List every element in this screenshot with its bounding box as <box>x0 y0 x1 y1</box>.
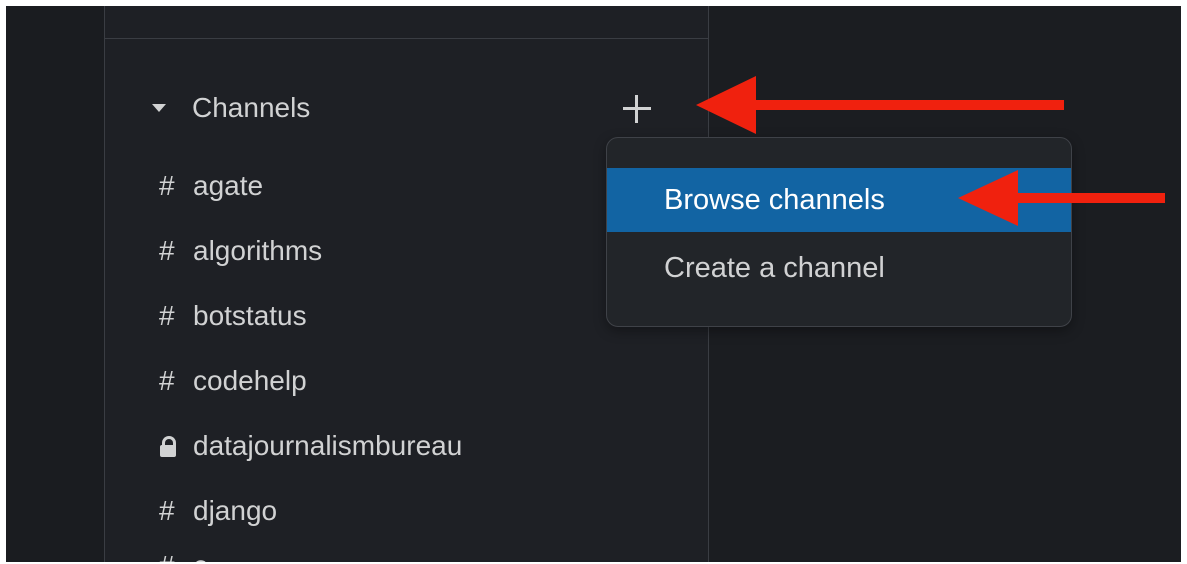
sidebar-item-codehelp[interactable]: # codehelp <box>159 361 307 401</box>
sidebar-item-datajournalismbureau[interactable]: datajournalismbureau <box>159 426 462 466</box>
menu-item-label: Browse channels <box>664 183 885 216</box>
hash-icon: # <box>159 550 193 562</box>
menu-item-create-channel[interactable]: Create a channel <box>607 236 1071 300</box>
hash-icon: # <box>159 300 175 331</box>
channels-section-title: Channels <box>192 92 311 123</box>
annotation-arrow-add <box>696 76 1064 134</box>
caret-down-icon[interactable] <box>152 104 166 112</box>
channel-name: datajournalismbureau <box>193 430 463 461</box>
sidebar-item-partial[interactable]: # e... <box>159 546 232 562</box>
channel-name: botstatus <box>193 300 307 331</box>
sidebar-item-botstatus[interactable]: # botstatus <box>159 296 307 336</box>
annotation-arrow-browse <box>958 170 1165 226</box>
lock-icon <box>159 432 193 460</box>
sidebar-item-agate[interactable]: # agate <box>159 166 263 206</box>
channel-name: django <box>193 495 278 526</box>
channels-dropdown-menu: Browse channels Create a channel <box>606 137 1072 327</box>
menu-item-label: Create a channel <box>664 251 885 284</box>
channel-name: e... <box>193 550 232 562</box>
hash-icon: # <box>159 235 175 266</box>
sidebar-item-algorithms[interactable]: # algorithms <box>159 231 322 271</box>
channel-name: algorithms <box>193 235 323 266</box>
channel-name: agate <box>193 170 264 201</box>
hash-icon: # <box>159 170 175 201</box>
sidebar-item-django[interactable]: # django <box>159 491 277 531</box>
sidebar-divider <box>105 38 708 39</box>
channels-section-header[interactable]: Channels <box>152 88 310 128</box>
channel-name: codehelp <box>193 365 307 396</box>
workspace-rail <box>6 6 104 562</box>
hash-icon: # <box>159 365 175 396</box>
hash-icon: # <box>159 495 175 526</box>
app-window: Channels # agate # algorithms # botstatu… <box>6 6 1181 562</box>
add-channel-button[interactable] <box>613 84 661 132</box>
